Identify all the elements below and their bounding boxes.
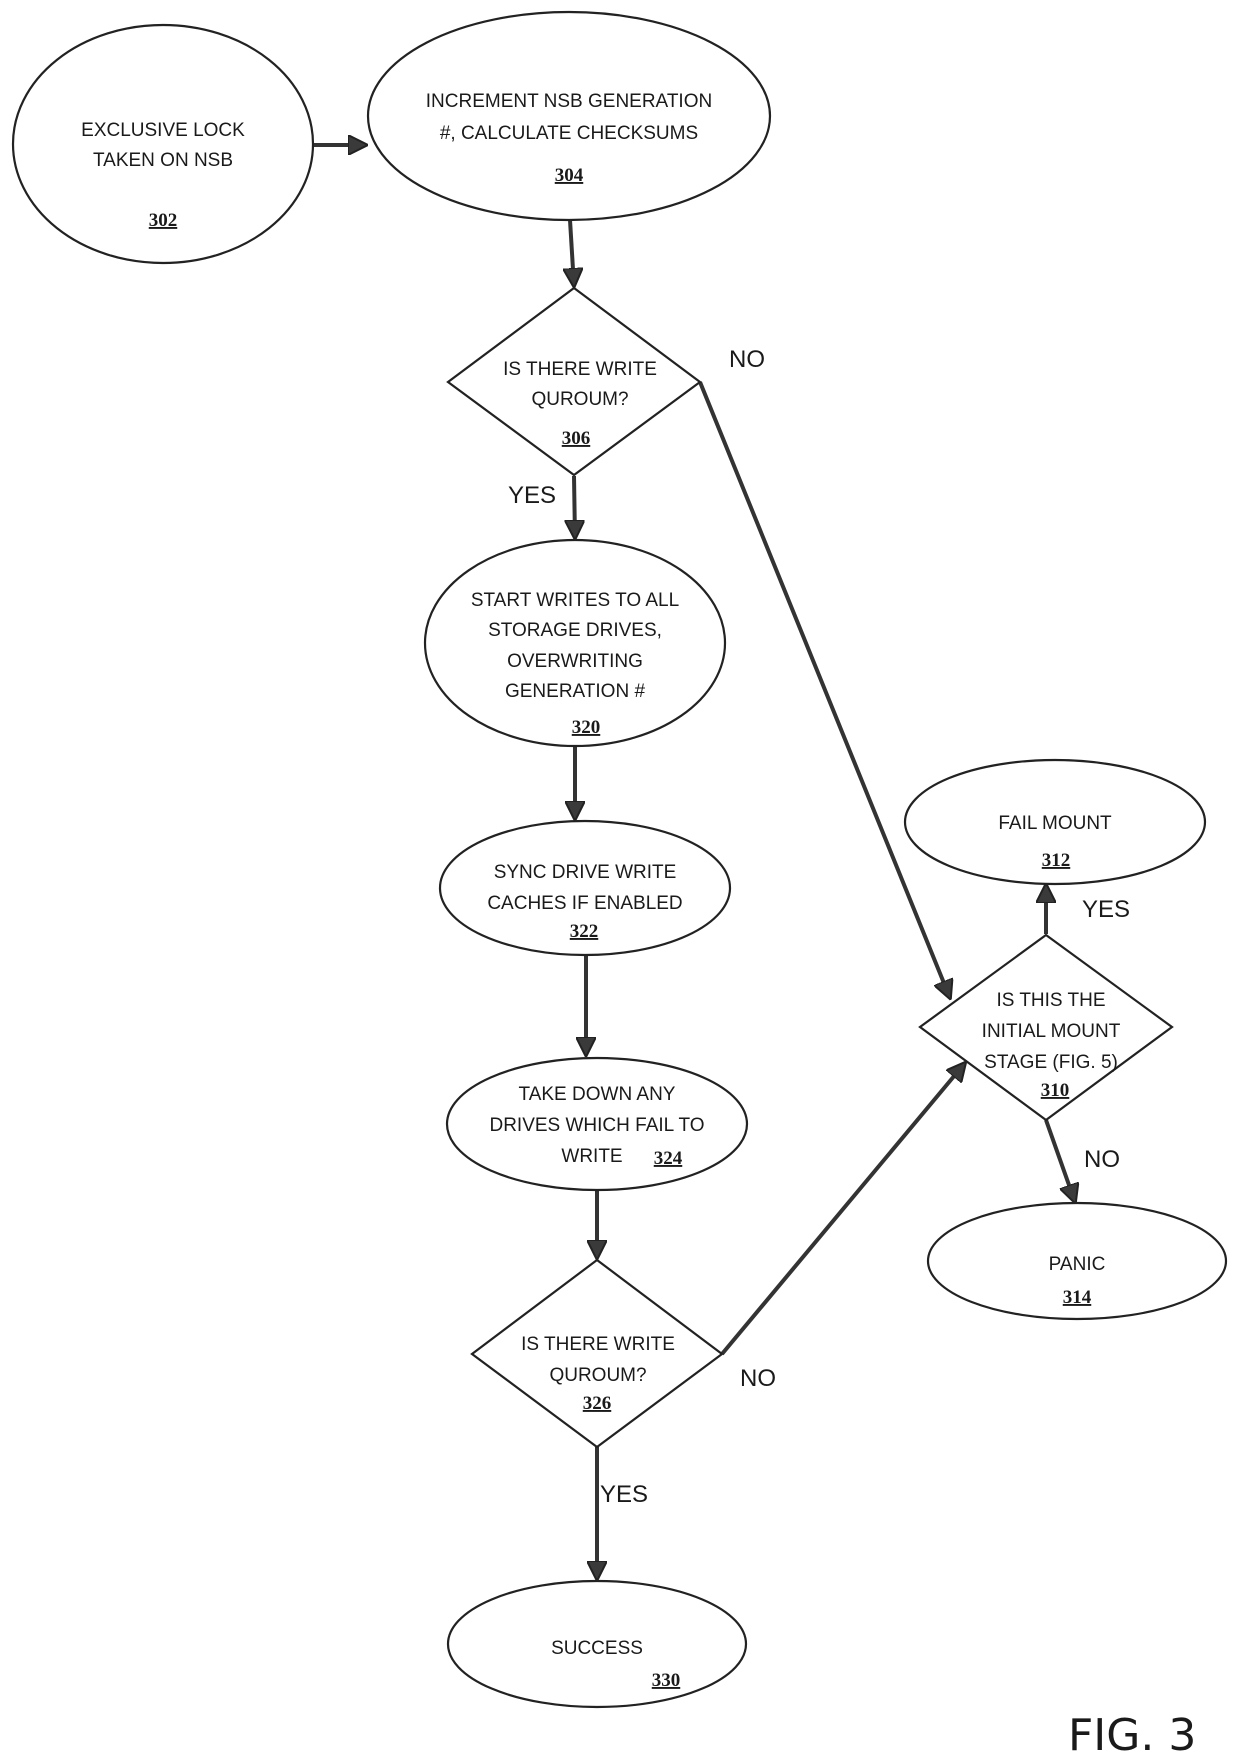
edge-310-314 — [1044, 1119, 1075, 1202]
edge-label-326-yes: YES — [600, 1481, 648, 1508]
figure-label: FIG. 3 — [1068, 1710, 1196, 1761]
edge-304-306 — [570, 219, 574, 286]
node-324: TAKE DOWN ANY DRIVES WHICH FAIL TO WRITE… — [445, 1056, 749, 1192]
node-322-ref: 322 — [570, 921, 599, 942]
node-310-line-1: IS THIS THE — [996, 990, 1105, 1011]
node-310-line-2: INITIAL MOUNT — [982, 1021, 1121, 1042]
node-324-line-1: TAKE DOWN ANY — [519, 1084, 676, 1105]
node-320-line-4: GENERATION # — [505, 681, 645, 702]
node-306-ref: 306 — [562, 428, 591, 449]
node-312-line-1: FAIL MOUNT — [998, 813, 1112, 834]
node-304: INCREMENT NSB GENERATION #, CALCULATE CH… — [366, 10, 772, 222]
node-306-line-2: QUROUM? — [531, 389, 628, 410]
edge-label-310-no: NO — [1084, 1146, 1120, 1173]
node-326-line-1: IS THERE WRITE — [521, 1334, 675, 1355]
edge-306-310 — [698, 381, 950, 998]
node-310-line-3: STAGE (FIG. 5) — [984, 1052, 1118, 1073]
node-306-line-1: IS THERE WRITE — [503, 359, 657, 380]
node-310: IS THIS THE INITIAL MOUNT STAGE (FIG. 5)… — [918, 933, 1174, 1122]
node-320-line-3: OVERWRITING — [507, 651, 643, 672]
node-312-ref: 312 — [1042, 850, 1071, 871]
node-326: IS THERE WRITE QUROUM? 326 — [470, 1258, 724, 1449]
node-302: EXCLUSIVE LOCK TAKEN ON NSB 302 — [11, 23, 315, 265]
node-324-line-2: DRIVES WHICH FAIL TO — [489, 1115, 704, 1136]
node-320-line-2: STORAGE DRIVES, — [488, 620, 662, 641]
node-322: SYNC DRIVE WRITE CACHES IF ENABLED 322 — [438, 819, 732, 957]
node-324-line-3: WRITE — [561, 1146, 622, 1167]
flowchart: EXCLUSIVE LOCK TAKEN ON NSB 302 INCREMEN… — [11, 10, 1228, 1761]
node-310-ref: 310 — [1041, 1080, 1070, 1101]
edge-label-306-yes: YES — [508, 482, 556, 509]
node-304-ref: 304 — [555, 165, 584, 186]
node-320: START WRITES TO ALL STORAGE DRIVES, OVER… — [423, 538, 727, 748]
edge-label-306-no: NO — [729, 346, 765, 373]
node-314: PANIC 314 — [926, 1201, 1228, 1321]
node-322-line-2: CACHES IF ENABLED — [487, 893, 682, 914]
edge-label-310-yes: YES — [1082, 896, 1130, 923]
node-314-line-1: PANIC — [1049, 1254, 1106, 1275]
edge-306-320 — [574, 475, 575, 538]
node-312: FAIL MOUNT 312 — [903, 758, 1207, 886]
edge-label-326-no: NO — [740, 1365, 776, 1392]
node-330-ref: 330 — [652, 1670, 681, 1691]
node-302-line-1: EXCLUSIVE LOCK — [81, 120, 245, 141]
node-314-ref: 314 — [1063, 1287, 1092, 1308]
node-320-line-1: START WRITES TO ALL — [471, 590, 679, 611]
node-330-line-1: SUCCESS — [551, 1638, 643, 1659]
node-304-line-2: #, CALCULATE CHECKSUMS — [440, 123, 698, 144]
node-322-line-1: SYNC DRIVE WRITE — [494, 862, 677, 883]
node-324-ref: 324 — [654, 1148, 683, 1169]
edge-326-310 — [720, 1063, 965, 1356]
node-326-ref: 326 — [583, 1393, 612, 1414]
node-320-ref: 320 — [572, 717, 601, 738]
node-304-line-1: INCREMENT NSB GENERATION — [426, 91, 712, 112]
node-302-line-2: TAKEN ON NSB — [93, 150, 233, 171]
node-302-ref: 302 — [149, 210, 178, 231]
node-330: SUCCESS 330 — [446, 1579, 748, 1709]
node-326-line-2: QUROUM? — [549, 1365, 646, 1386]
node-306: IS THERE WRITE QUROUM? 306 — [446, 286, 702, 477]
